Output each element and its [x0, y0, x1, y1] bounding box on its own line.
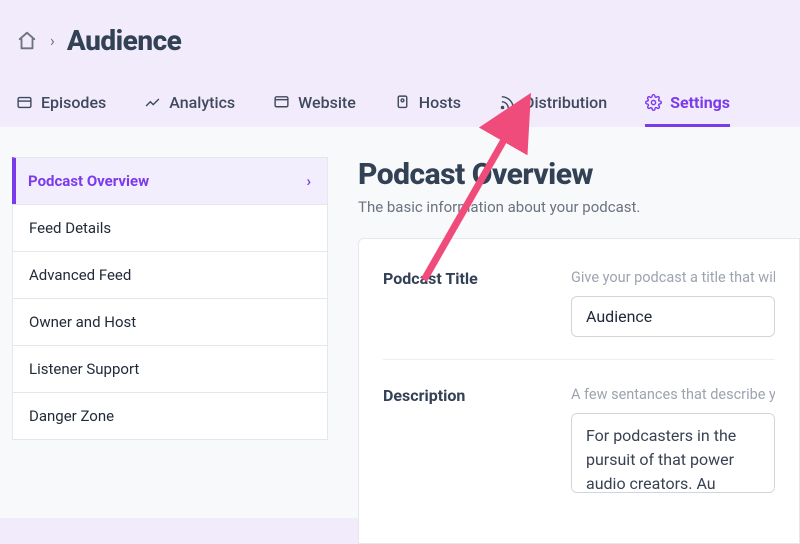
tab-distribution[interactable]: Distribution: [499, 77, 607, 127]
settings-sidebar: Podcast Overview › Feed Details Advanced…: [12, 157, 328, 518]
description-label: Description: [383, 386, 547, 405]
sidebar-item-listener-support[interactable]: Listener Support: [12, 345, 328, 392]
sidebar-item-label: Podcast Overview: [28, 172, 149, 190]
sidebar-item-label: Listener Support: [29, 360, 139, 378]
analytics-icon: [144, 94, 161, 111]
tab-label: Hosts: [419, 93, 461, 112]
content-heading: Podcast Overview: [358, 157, 800, 192]
tab-episodes[interactable]: Episodes: [16, 77, 106, 127]
tab-label: Episodes: [41, 93, 106, 112]
tab-label: Analytics: [169, 93, 235, 112]
tab-analytics[interactable]: Analytics: [144, 77, 235, 127]
sidebar-item-owner-and-host[interactable]: Owner and Host: [12, 298, 328, 345]
podcast-title-input[interactable]: [571, 296, 775, 337]
description-hint: A few sentances that describe your s: [571, 386, 775, 403]
form-row-title: Podcast Title Give your podcast a title …: [383, 259, 775, 359]
sidebar-item-label: Owner and Host: [29, 313, 136, 331]
tab-settings[interactable]: Settings: [645, 77, 730, 127]
hosts-icon: [394, 94, 411, 111]
settings-icon: [645, 94, 662, 111]
tab-label: Distribution: [524, 93, 607, 112]
content-subtitle: The basic information about your podcast…: [358, 198, 800, 216]
settings-card: Podcast Title Give your podcast a title …: [358, 238, 800, 544]
tabs: Episodes Analytics Website Hosts Distrib…: [0, 77, 800, 127]
sidebar-item-label: Advanced Feed: [29, 266, 131, 284]
form-row-description: Description A few sentances that describ…: [383, 359, 775, 519]
sidebar-item-label: Danger Zone: [29, 407, 114, 425]
sidebar-item-podcast-overview[interactable]: Podcast Overview ›: [12, 157, 328, 204]
tab-website[interactable]: Website: [273, 77, 356, 127]
sidebar-item-danger-zone[interactable]: Danger Zone: [12, 392, 328, 440]
home-icon[interactable]: [16, 30, 38, 52]
sidebar-item-feed-details[interactable]: Feed Details: [12, 204, 328, 251]
sidebar-item-label: Feed Details: [29, 219, 111, 237]
website-icon: [273, 94, 290, 111]
tab-label: Settings: [670, 93, 730, 112]
podcast-title-hint: Give your podcast a title that will hel: [571, 269, 775, 286]
distribution-icon: [499, 94, 516, 111]
breadcrumb: › Audience: [0, 0, 800, 77]
chevron-right-icon: ›: [306, 172, 311, 190]
description-textarea[interactable]: [571, 413, 775, 493]
page-title: Audience: [67, 24, 182, 57]
main: Podcast Overview › Feed Details Advanced…: [0, 127, 800, 518]
podcast-title-label: Podcast Title: [383, 269, 547, 288]
chevron-right-icon: ›: [50, 31, 55, 50]
episodes-icon: [16, 94, 33, 111]
tab-label: Website: [298, 93, 356, 112]
tab-hosts[interactable]: Hosts: [394, 77, 461, 127]
sidebar-item-advanced-feed[interactable]: Advanced Feed: [12, 251, 328, 298]
content: Podcast Overview The basic information a…: [358, 157, 800, 518]
